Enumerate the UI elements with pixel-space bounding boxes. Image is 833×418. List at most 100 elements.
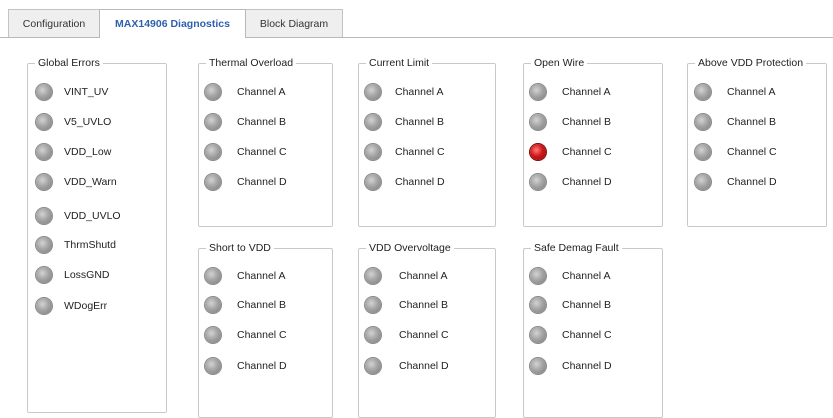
status-led-icon — [205, 144, 221, 160]
global-errors-title: Global Errors — [35, 56, 103, 70]
status-label: Channel B — [237, 116, 287, 128]
status-label: Channel C — [562, 329, 612, 341]
status-indicator-row: Channel A — [359, 266, 495, 286]
status-indicator-row: Channel C — [688, 142, 826, 162]
status-indicator-row: Channel D — [524, 172, 662, 192]
status-indicator-row: Channel B — [199, 112, 332, 132]
status-indicator-row: Channel A — [524, 266, 662, 286]
status-label: VDD_Low — [64, 146, 112, 158]
status-label: Channel C — [727, 146, 777, 158]
above-vdd-protection-group: Above VDD Protection Channel A Channel B Ch… — [687, 56, 827, 227]
status-led-icon — [205, 268, 221, 284]
current-limit-group: Current Limit Channel A Channel B Channel C… — [358, 56, 496, 227]
status-indicator-row: Channel C — [359, 325, 495, 345]
status-indicator-row: Channel A — [199, 266, 332, 286]
status-indicator-row: VINT_UV — [28, 82, 166, 102]
status-indicator-row: VDD_UVLO — [28, 206, 166, 226]
status-led-icon — [365, 114, 381, 130]
status-led-icon — [695, 114, 711, 130]
status-label: Channel A — [399, 270, 448, 282]
status-led-icon — [36, 84, 52, 100]
status-label: Channel A — [395, 86, 444, 98]
status-indicator-row: Channel B — [524, 295, 662, 315]
status-label: Channel A — [237, 270, 286, 282]
status-led-icon — [36, 144, 52, 160]
safe-demag-fault-group: Safe Demag Fault Channel A Channel B Channe… — [523, 241, 663, 418]
status-led-icon — [36, 298, 52, 314]
status-label: Channel D — [727, 176, 777, 188]
status-indicator-row: Channel C — [199, 325, 332, 345]
tab-max14906-diagnostics[interactable]: MAX14906 Diagnostics — [99, 9, 246, 38]
status-label: Channel A — [237, 86, 286, 98]
status-indicator-row: Channel D — [524, 356, 662, 376]
status-label: Channel B — [399, 299, 449, 311]
status-led-icon — [530, 268, 546, 284]
status-led-icon — [530, 327, 546, 343]
status-indicator-row: Channel B — [688, 112, 826, 132]
status-label: Channel D — [237, 360, 287, 372]
status-led-icon — [530, 358, 546, 374]
status-label: Channel B — [237, 299, 287, 311]
status-led-icon — [36, 174, 52, 190]
status-indicator-row: V5_UVLO — [28, 112, 166, 132]
status-led-icon — [36, 114, 52, 130]
status-label: Channel C — [562, 146, 612, 158]
status-led-icon — [205, 114, 221, 130]
status-led-icon — [205, 84, 221, 100]
status-indicator-row: Channel B — [199, 295, 332, 315]
status-indicator-row: Channel C — [359, 142, 495, 162]
status-indicator-row: Channel D — [199, 356, 332, 376]
status-led-icon — [530, 114, 546, 130]
status-indicator-row: Channel D — [199, 172, 332, 192]
status-indicator-row: Channel C — [524, 325, 662, 345]
status-indicator-row: Channel B — [359, 112, 495, 132]
tab-block-diagram[interactable]: Block Diagram — [245, 9, 343, 37]
status-indicator-row: Channel D — [359, 172, 495, 192]
safe-demag-fault-title: Safe Demag Fault — [531, 241, 622, 255]
status-label: Channel C — [237, 146, 287, 158]
status-label: Channel D — [562, 360, 612, 372]
status-led-icon — [365, 174, 381, 190]
status-led-icon — [36, 267, 52, 283]
status-indicator-row: Channel B — [524, 112, 662, 132]
status-led-icon — [205, 327, 221, 343]
status-indicator-row: Channel A — [688, 82, 826, 102]
status-led-icon — [530, 297, 546, 313]
open-wire-group: Open Wire Channel A Channel B Channel C Chan… — [523, 56, 663, 227]
status-label: Channel D — [399, 360, 449, 372]
status-label: ThrmShutd — [64, 239, 116, 251]
vdd-overvoltage-group: VDD Overvoltage Channel A Channel B Channel… — [358, 241, 496, 418]
status-led-icon — [530, 174, 546, 190]
status-indicator-row: Channel A — [524, 82, 662, 102]
status-label: LossGND — [64, 269, 110, 281]
open-wire-title: Open Wire — [531, 56, 588, 70]
thermal-overload-title: Thermal Overload — [206, 56, 297, 70]
status-indicator-row: WDogErr — [28, 296, 166, 316]
status-label: WDogErr — [64, 300, 108, 312]
status-led-icon — [365, 144, 381, 160]
short-to-vdd-group: Short to VDD Channel A Channel B Channel C C… — [198, 241, 333, 418]
status-label: Channel B — [395, 116, 445, 128]
status-label: V5_UVLO — [64, 116, 112, 128]
status-led-icon — [530, 84, 546, 100]
status-indicator-row: Channel D — [359, 356, 495, 376]
status-indicator-row: LossGND — [28, 265, 166, 285]
status-led-icon — [695, 84, 711, 100]
tab-bar: Configuration MAX14906 Diagnostics Block… — [0, 0, 833, 38]
status-label: Channel A — [727, 86, 776, 98]
status-label: VINT_UV — [64, 86, 109, 98]
status-label: Channel A — [562, 86, 611, 98]
status-led-icon — [365, 268, 381, 284]
status-led-icon — [205, 174, 221, 190]
tab-configuration[interactable]: Configuration — [8, 9, 100, 37]
status-label: VDD_Warn — [64, 176, 117, 188]
status-led-icon — [36, 208, 52, 224]
status-label: Channel C — [399, 329, 449, 341]
status-led-icon — [695, 144, 711, 160]
status-indicator-row: VDD_Warn — [28, 172, 166, 192]
status-indicator-row: Channel D — [688, 172, 826, 192]
status-led-icon — [695, 174, 711, 190]
status-led-icon — [365, 297, 381, 313]
status-led-icon — [205, 297, 221, 313]
status-label: Channel D — [562, 176, 612, 188]
